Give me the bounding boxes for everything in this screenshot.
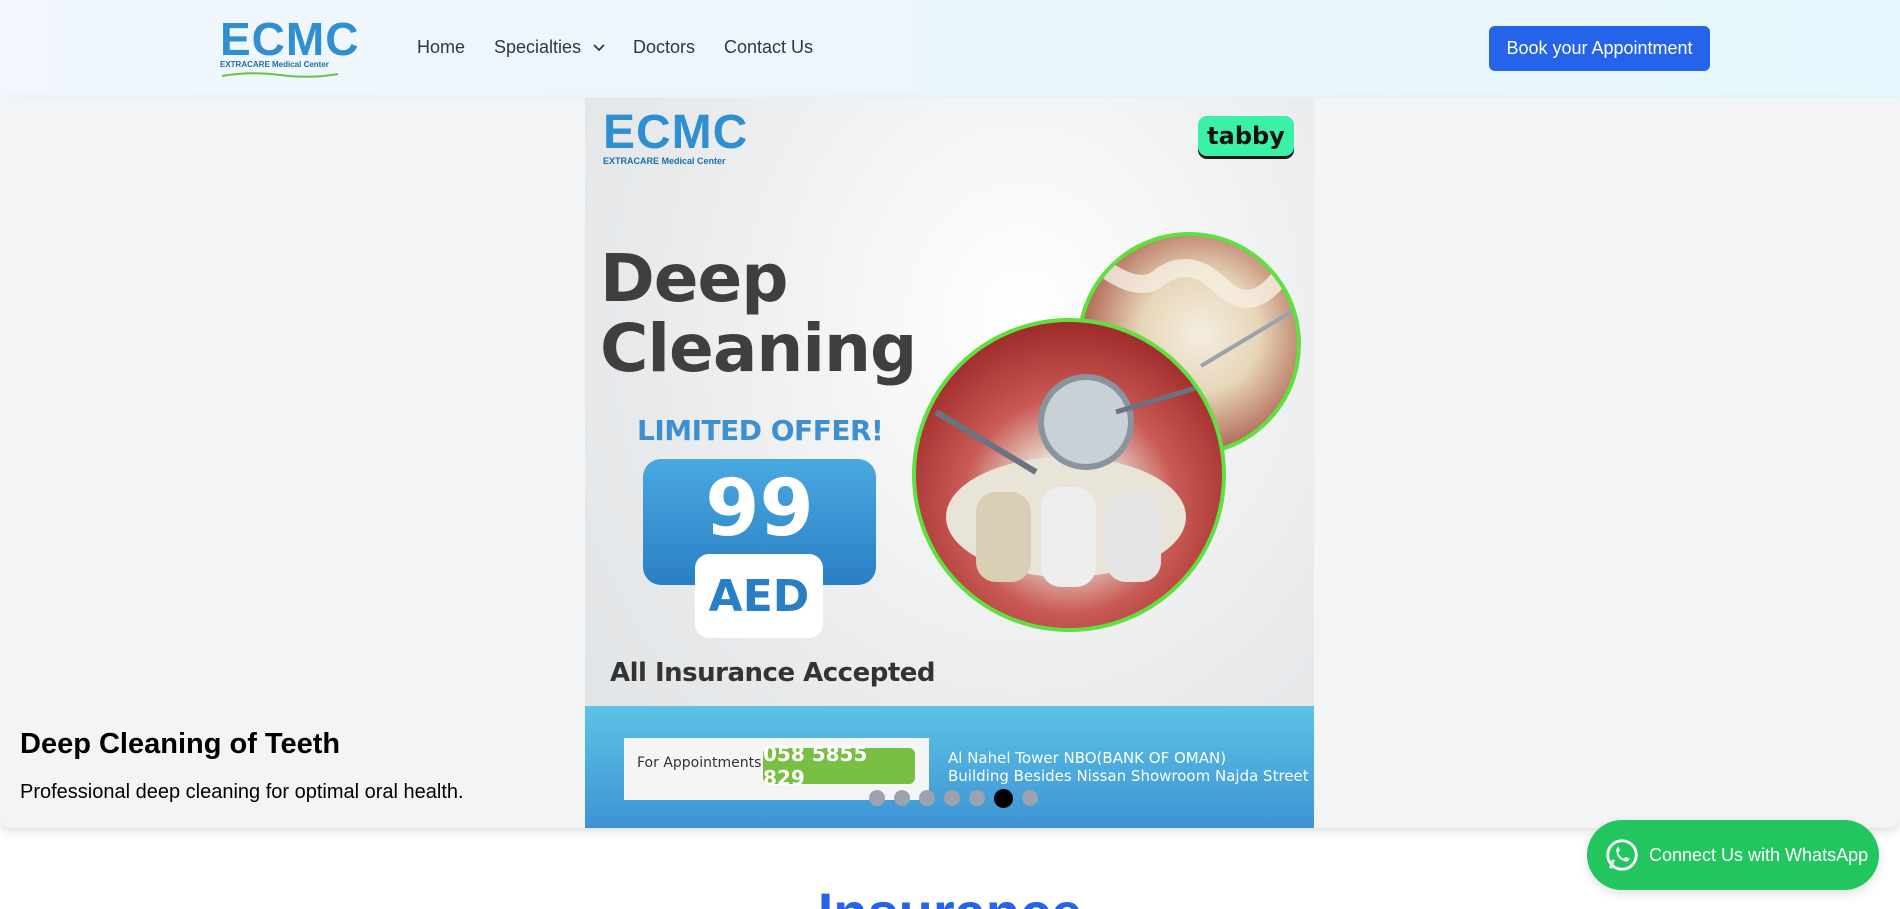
banner-logo-mark: ECMC bbox=[603, 106, 749, 159]
promo-banner: ECMC EXTRACARE Medical Center tabby Deep… bbox=[585, 98, 1314, 828]
price-currency: AED bbox=[695, 554, 823, 638]
banner-headline-line1: Deep bbox=[600, 240, 789, 317]
logo-wave-icon bbox=[221, 72, 339, 78]
logo-name: EXTRACARE Medical Center bbox=[220, 60, 329, 69]
address-line2: Building Besides Nissan Showroom Najda S… bbox=[948, 767, 1309, 785]
carousel-dot[interactable] bbox=[869, 790, 885, 806]
nav-doctors[interactable]: Doctors bbox=[633, 37, 695, 58]
carousel-indicators bbox=[869, 788, 1038, 808]
nav-specialties-label: Specialties bbox=[494, 37, 582, 57]
logo-mark: ECMC bbox=[220, 13, 360, 65]
dental-mirror-icon bbox=[934, 374, 1217, 587]
tabby-badge: tabby bbox=[1198, 116, 1294, 156]
whatsapp-label: Connect Us with WhatsApp bbox=[1649, 844, 1869, 865]
banner-headline: Deep Cleaning bbox=[600, 240, 917, 387]
chevron-down-icon bbox=[593, 44, 605, 52]
whatsapp-icon bbox=[1606, 839, 1638, 871]
limited-offer-text: LIMITED OFFER! bbox=[637, 414, 884, 447]
slide-description: Professional deep cleaning for optimal o… bbox=[20, 781, 464, 803]
appointments-phone: 058 5855 829 bbox=[763, 742, 915, 790]
carousel-dot[interactable] bbox=[969, 790, 985, 806]
banner-address: Al Nahel Tower NBO(BANK OF OMAN) Buildin… bbox=[948, 749, 1309, 785]
slide-title: Deep Cleaning of Teeth bbox=[20, 728, 341, 760]
carousel-dot[interactable] bbox=[944, 790, 960, 806]
hero-carousel: ECMC EXTRACARE Medical Center tabby Deep… bbox=[0, 98, 1900, 828]
carousel-dot[interactable] bbox=[894, 790, 910, 806]
nav-home[interactable]: Home bbox=[417, 37, 465, 58]
nav-specialties[interactable]: Specialties bbox=[494, 37, 606, 58]
book-appointment-button[interactable]: Book your Appointment bbox=[1489, 26, 1710, 71]
carousel-dot[interactable] bbox=[994, 788, 1013, 808]
whatsapp-button[interactable]: Connect Us with WhatsApp bbox=[1587, 820, 1879, 890]
carousel-dot[interactable] bbox=[1022, 790, 1038, 806]
logo[interactable]: ECMC EXTRACARE Medical Center bbox=[220, 13, 360, 78]
banner-logo: ECMC EXTRACARE Medical Center bbox=[603, 106, 749, 167]
nav-contact-us[interactable]: Contact Us bbox=[724, 37, 813, 58]
dental-mirror-image bbox=[912, 318, 1226, 632]
banner-headline-line2: Cleaning bbox=[600, 310, 917, 387]
appointments-label: For Appointments bbox=[637, 755, 762, 771]
insurance-accepted-text: All Insurance Accepted bbox=[610, 658, 936, 688]
site-header: ECMC EXTRACARE Medical Center Home Speci… bbox=[0, 0, 1900, 98]
address-line1: Al Nahel Tower NBO(BANK OF OMAN) bbox=[948, 749, 1227, 767]
carousel-dot[interactable] bbox=[919, 790, 935, 806]
price-value: 99 bbox=[705, 464, 814, 554]
